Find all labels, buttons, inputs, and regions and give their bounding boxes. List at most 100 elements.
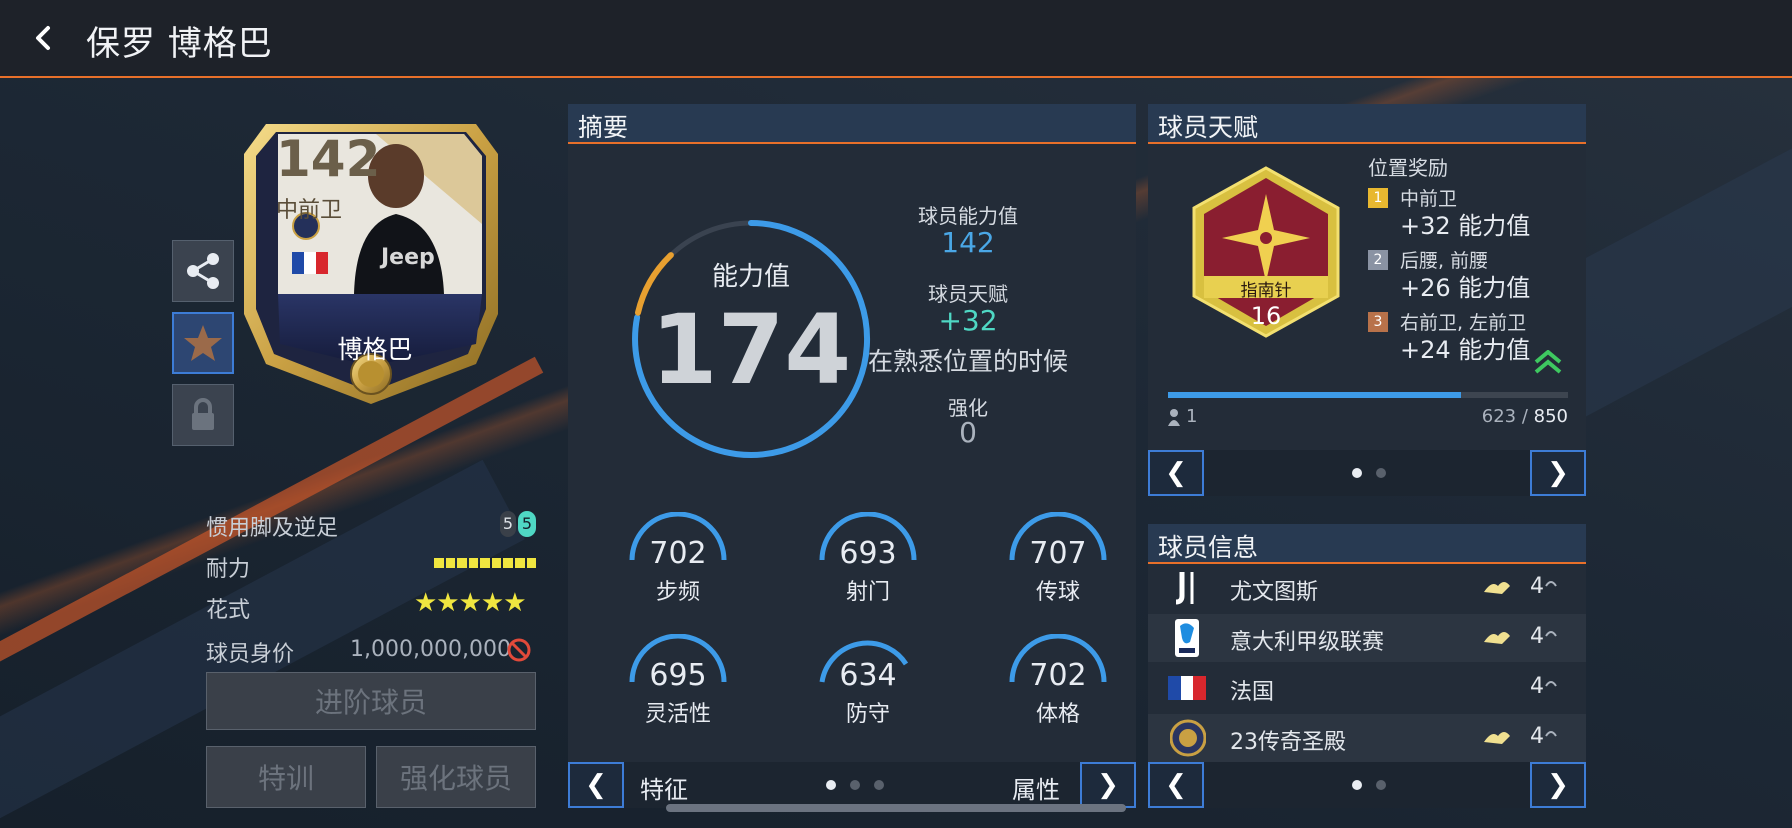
page-dot xyxy=(1376,780,1386,790)
page-dot xyxy=(826,780,836,790)
bonus-title: 位置奖励 xyxy=(1368,156,1448,180)
no-trade-icon xyxy=(507,638,531,662)
info-row-count: 4 xyxy=(1530,674,1544,699)
foot-indicator: 5 5 xyxy=(500,511,536,537)
attribute-label: 防守 xyxy=(845,702,890,727)
info-row-club[interactable]: 尤文图斯 4 xyxy=(1148,564,1586,612)
summary-next-button[interactable]: ❯ xyxy=(1080,762,1136,808)
talent-progress-track xyxy=(1168,392,1568,398)
player-info-next-button[interactable]: ❯ xyxy=(1530,762,1586,808)
home-indicator xyxy=(666,804,1126,812)
skill-label: 花式 xyxy=(206,598,251,623)
attribute-value: 707 xyxy=(1029,536,1087,571)
summary-footer-left[interactable]: 特征 xyxy=(640,770,688,805)
attribute-label: 射门 xyxy=(845,580,890,605)
bonus-value: +24 能力值 xyxy=(1400,336,1531,364)
bonus-row-1: 1 中前卫 +32 能力值 xyxy=(1368,184,1578,240)
attribute-value: 702 xyxy=(1029,658,1087,693)
link-signal-icon xyxy=(1545,681,1557,687)
value-label: 球员身价 xyxy=(206,642,295,667)
attribute-pace: 702 步频 xyxy=(612,511,744,605)
progress-separator: / xyxy=(1516,406,1534,427)
page-dot xyxy=(1376,468,1386,478)
link-signal-icon xyxy=(1545,731,1557,737)
bonus-row-2: 2 后腰, 前腰 +26 能力值 xyxy=(1368,246,1578,302)
progress-current: 623 xyxy=(1481,406,1517,427)
stamina-segment xyxy=(491,558,502,568)
link-signal-icon xyxy=(1545,631,1557,637)
progress-max: 850 xyxy=(1533,406,1568,427)
talent-header: 球员天赋 xyxy=(1148,104,1586,144)
ovr-label: 能力值 xyxy=(711,262,790,292)
share-button[interactable] xyxy=(172,240,234,302)
top-bar: 保罗 博格巴 xyxy=(0,0,1792,78)
info-row-name: 法国 xyxy=(1230,680,1275,705)
player-info-header: 球员信息 xyxy=(1148,524,1586,564)
bonus-rank: 3 xyxy=(1368,312,1388,332)
attribute-value: 634 xyxy=(839,658,897,693)
link-signal-icon xyxy=(1545,581,1557,587)
upgrade-chevron-icon xyxy=(1534,350,1562,374)
attribute-label: 体格 xyxy=(1035,702,1080,727)
summary-footer-right[interactable]: 属性 xyxy=(1012,770,1060,805)
card-rating: 142 xyxy=(276,130,381,188)
card-player-name: 博格巴 xyxy=(337,335,413,364)
stamina-bar xyxy=(434,558,537,568)
talent-progress-fill xyxy=(1168,392,1462,398)
stamina-segment xyxy=(457,558,467,568)
player-rating-value: 142 xyxy=(941,226,995,259)
legend-badge-icon xyxy=(1170,719,1206,757)
page-title: 保罗 博格巴 xyxy=(86,24,273,64)
bonus-value: +26 能力值 xyxy=(1400,274,1531,302)
info-row-nation[interactable]: 法国 4 xyxy=(1148,664,1586,712)
stamina-segment xyxy=(434,558,444,568)
info-row-name: 意大利甲级联赛 xyxy=(1230,630,1385,655)
stamina-segment xyxy=(445,558,456,568)
info-row-league[interactable]: 意大利甲级联赛 4 xyxy=(1148,614,1586,662)
share-icon xyxy=(187,253,219,289)
page-dot xyxy=(874,780,884,790)
favorite-button[interactable] xyxy=(172,312,234,374)
lock-button[interactable] xyxy=(172,384,234,446)
advance-player-button[interactable]: 进阶球员 xyxy=(206,672,536,730)
info-row-count: 4 xyxy=(1530,724,1544,749)
bonus-value: +32 能力值 xyxy=(1400,212,1531,240)
attribute-value: 695 xyxy=(649,658,707,693)
serie-a-logo-icon xyxy=(1175,619,1199,657)
stamina-label: 耐力 xyxy=(206,557,251,582)
attribute-shooting: 693 射门 xyxy=(802,511,934,605)
stamina-segment xyxy=(503,558,513,568)
player-info-prev-button[interactable]: ❮ xyxy=(1148,762,1204,808)
bonus-rank: 1 xyxy=(1368,188,1388,208)
talent-panel: 球员天赋 指南针 16 位置奖励 1 中前卫 +32 能力值 2 后腰, 前腰 … xyxy=(1148,104,1586,496)
star-icon xyxy=(184,325,222,361)
training-button[interactable]: 特训 xyxy=(206,746,366,808)
enhance-value: 0 xyxy=(959,416,977,449)
juventus-logo-icon xyxy=(1175,572,1194,605)
talent-prev-button[interactable]: ❮ xyxy=(1148,450,1204,496)
info-row-count: 4 xyxy=(1530,624,1544,649)
summary-panel: 摘要 能力值 174 球员能力值 142 球员天赋 +32 在熟悉位置的时候 强… xyxy=(568,104,1136,808)
back-arrow-icon[interactable] xyxy=(26,20,62,56)
talent-next-button[interactable]: ❯ xyxy=(1530,450,1586,496)
right-foot-value: 5 xyxy=(518,511,536,537)
page-dot xyxy=(850,780,860,790)
info-row-program[interactable]: 23传奇圣殿 4 xyxy=(1148,714,1586,762)
player-count: 1 xyxy=(1186,406,1198,427)
chemistry-hand-icon xyxy=(1484,732,1510,744)
chemistry-hand-icon xyxy=(1484,632,1510,644)
svg-text:Jeep: Jeep xyxy=(379,245,435,270)
attribute-agility: 695 灵活性 xyxy=(612,633,744,727)
attribute-passing: 707 传球 xyxy=(992,511,1124,605)
talent-label: 球员天赋 xyxy=(928,282,1008,306)
foot-label: 惯用脚及逆足 xyxy=(206,516,339,541)
summary-prev-button[interactable]: ❮ xyxy=(568,762,624,808)
attribute-label: 步频 xyxy=(655,580,700,605)
summary-page-dots xyxy=(826,780,884,790)
enhance-player-button[interactable]: 强化球员 xyxy=(376,746,536,808)
talent-note: 在熟悉位置的时候 xyxy=(868,347,1069,376)
badge-name: 指南针 xyxy=(1240,281,1292,301)
chemistry-hand-icon xyxy=(1484,582,1510,594)
summary-header: 摘要 xyxy=(568,104,1136,144)
player-rating-label: 球员能力值 xyxy=(918,204,1018,228)
